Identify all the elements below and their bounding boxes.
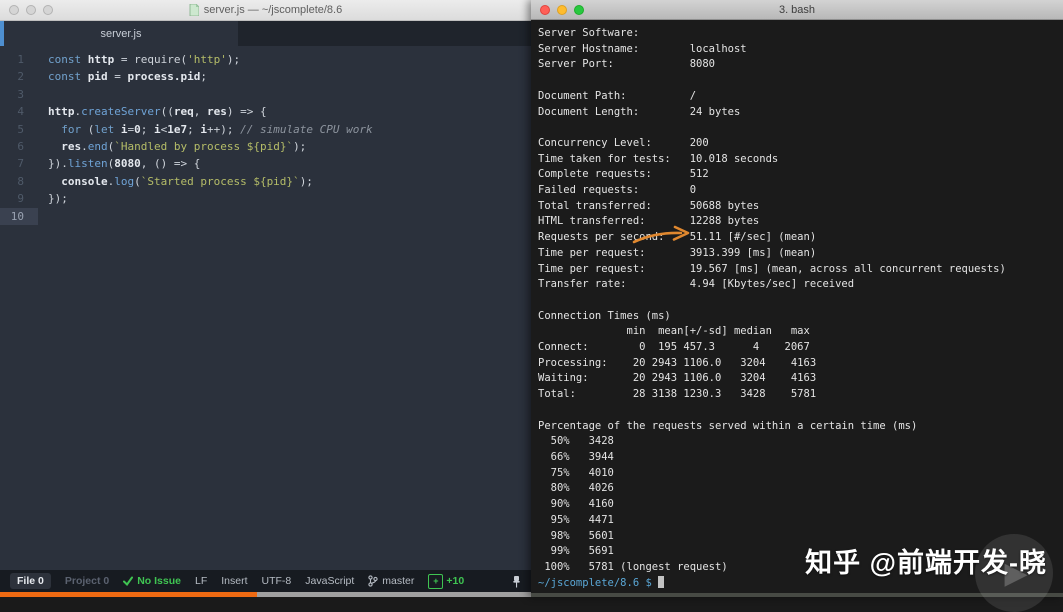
- terminal-cursor: [658, 576, 664, 588]
- line-number: 2: [0, 68, 38, 85]
- zoom-window-icon[interactable]: [43, 5, 53, 15]
- close-window-icon[interactable]: [9, 5, 19, 15]
- code-line: 1const http = require('http');: [0, 51, 531, 68]
- terminal-body[interactable]: Server Software: Server Hostname: localh…: [531, 20, 1063, 593]
- status-project-issues[interactable]: Project 0: [65, 575, 109, 587]
- code-text: }).listen(8080, () => {: [38, 155, 200, 172]
- status-git-branch[interactable]: master: [368, 575, 414, 587]
- code-line: 6 res.end(`Handled by process ${pid}`);: [0, 138, 531, 155]
- code-text: console.log(`Started process ${pid}`);: [38, 173, 313, 190]
- line-number: 8: [0, 173, 38, 190]
- prompt-path: ~/jscomplete/8.6: [538, 577, 639, 589]
- diff-plus-icon: +: [428, 574, 443, 589]
- line-number: 5: [0, 121, 38, 138]
- document-icon: [189, 4, 199, 16]
- line-number: 1: [0, 51, 38, 68]
- status-git-diff[interactable]: + +10: [428, 574, 464, 589]
- zoom-window-icon[interactable]: [574, 5, 584, 15]
- line-number: 7: [0, 155, 38, 172]
- close-window-icon[interactable]: [540, 5, 550, 15]
- terminal-titlebar: 3. bash: [531, 0, 1063, 20]
- editor-titlebar: server.js — ~/jscomplete/8.6: [0, 0, 531, 21]
- status-pin[interactable]: [512, 575, 521, 588]
- editor-bottom-progress-strip: [0, 592, 531, 597]
- editor-window-title: server.js — ~/jscomplete/8.6: [189, 4, 342, 16]
- code-line: 4http.createServer((req, res) => {: [0, 103, 531, 120]
- code-text: for (let i=0; i<1e7; i++); // simulate C…: [38, 121, 373, 138]
- watermark: ▶ 知乎 @前端开发-晓: [805, 541, 1047, 580]
- code-line: 7}).listen(8080, () => {: [0, 155, 531, 172]
- code-line: 8 console.log(`Started process ${pid}`);: [0, 173, 531, 190]
- tab-bar: server.js: [0, 21, 531, 47]
- code-line: 2const pid = process.pid;: [0, 68, 531, 85]
- code-line: 5 for (let i=0; i<1e7; i++); // simulate…: [0, 121, 531, 138]
- editor-window: server.js — ~/jscomplete/8.6 server.js 1…: [0, 0, 531, 597]
- pin-icon: [512, 575, 521, 588]
- editor-window-controls: [9, 5, 53, 15]
- line-number: 3: [0, 86, 38, 103]
- line-number: 4: [0, 103, 38, 120]
- status-language[interactable]: JavaScript: [305, 575, 354, 587]
- code-text: [38, 208, 48, 225]
- check-icon: [123, 576, 133, 586]
- git-branch-icon: [368, 575, 378, 587]
- code-text: });: [38, 190, 68, 207]
- code-line: 3: [0, 86, 531, 103]
- minimize-window-icon[interactable]: [26, 5, 36, 15]
- line-number: 9: [0, 190, 38, 207]
- code-area[interactable]: 1const http = require('http');2const pid…: [0, 46, 531, 570]
- status-encoding[interactable]: UTF-8: [262, 575, 292, 587]
- status-mode[interactable]: Insert: [221, 575, 247, 587]
- code-line: 10: [0, 208, 531, 225]
- terminal-window: 3. bash Server Software: Server Hostname…: [531, 0, 1063, 597]
- progress-strip-gray: [257, 592, 531, 597]
- status-no-issue[interactable]: No Issue: [123, 575, 181, 587]
- status-file-issues[interactable]: File 0: [10, 573, 51, 589]
- prompt-symbol: $: [645, 577, 651, 589]
- code-text: [38, 86, 48, 103]
- code-text: res.end(`Handled by process ${pid}`);: [38, 138, 306, 155]
- tab-server-js[interactable]: server.js: [4, 21, 238, 47]
- terminal-output: Server Software: Server Hostname: localh…: [531, 20, 1063, 576]
- editor-status-bar: File 0 Project 0 No Issue LF Insert UTF-…: [0, 570, 531, 592]
- watermark-text: 知乎 @前端开发-晓: [805, 541, 1047, 580]
- line-number: 6: [0, 138, 38, 155]
- code-text: const http = require('http');: [38, 51, 240, 68]
- terminal-window-controls: [540, 5, 584, 15]
- line-number: 10: [0, 208, 38, 225]
- terminal-window-title: 3. bash: [779, 4, 815, 16]
- code-text: const pid = process.pid;: [38, 68, 207, 85]
- code-line: 9});: [0, 190, 531, 207]
- code-text: http.createServer((req, res) => {: [38, 103, 267, 120]
- status-line-ending[interactable]: LF: [195, 575, 207, 587]
- progress-strip-orange: [0, 592, 257, 597]
- minimize-window-icon[interactable]: [557, 5, 567, 15]
